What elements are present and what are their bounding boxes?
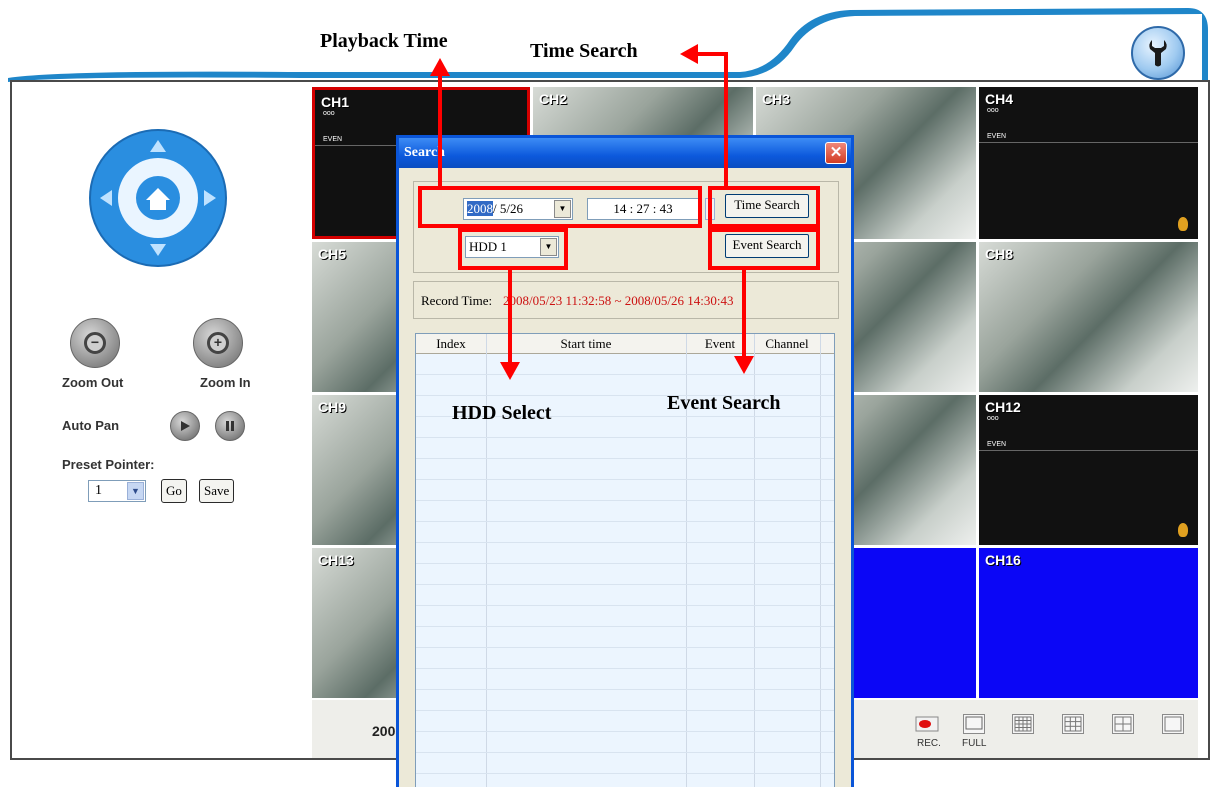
- column-index[interactable]: Index: [416, 336, 486, 352]
- row-line: [416, 584, 834, 585]
- row-line: [416, 689, 834, 690]
- preset-pointer-label: Preset Pointer:: [62, 457, 155, 472]
- channel-tile-ch16[interactable]: CH16: [979, 548, 1198, 698]
- go-button[interactable]: Go: [161, 479, 187, 503]
- row-line: [416, 605, 834, 606]
- chevron-down-icon: ▼: [127, 482, 144, 500]
- record-button[interactable]: [915, 714, 939, 734]
- even-tag: EVEN: [987, 133, 1007, 140]
- row-line: [416, 626, 834, 627]
- column-start-time[interactable]: Start time: [486, 336, 686, 352]
- grid-9-icon: [1064, 716, 1082, 732]
- record-time-value: 2008/05/23 11:32:58 ~ 2008/05/26 14:30:4…: [503, 293, 734, 308]
- row-line: [416, 668, 834, 669]
- layout-16-button[interactable]: [1012, 714, 1034, 734]
- channel-label: CH12: [985, 399, 1021, 415]
- time-search-callout: Time Search: [530, 40, 638, 62]
- pause-icon: [226, 421, 234, 431]
- logo-mark-icon: [1178, 217, 1188, 231]
- layout-4-button[interactable]: [1112, 714, 1134, 734]
- row-line: [416, 500, 834, 501]
- hdd-select-callout: HDD Select: [452, 402, 552, 424]
- single-view-icon: [1164, 716, 1182, 732]
- auto-pan-pause-button[interactable]: [215, 411, 245, 441]
- channel-label: CH8: [985, 246, 1014, 262]
- close-button[interactable]: ✕: [825, 142, 847, 164]
- zoom-out-icon: −: [84, 332, 106, 354]
- full-label: FULL: [962, 738, 987, 749]
- even-tag: EVEN: [987, 441, 1007, 448]
- column-event[interactable]: Event: [686, 336, 754, 352]
- fullscreen-icon: [965, 716, 983, 730]
- channel-tile-ch12[interactable]: CH12 ooo EVEN: [979, 395, 1198, 545]
- row-line: [416, 731, 834, 732]
- record-label: REC.: [917, 738, 941, 749]
- row-line: [416, 563, 834, 564]
- full-screen-button[interactable]: [963, 714, 985, 734]
- playback-time-callout: Playback Time: [320, 30, 448, 52]
- list-header: Index Start time Event Channel: [416, 334, 834, 354]
- grid-4-icon: [1114, 716, 1132, 732]
- auto-pan-play-button[interactable]: [170, 411, 200, 441]
- wrench-icon: [1149, 40, 1167, 67]
- home-icon[interactable]: [136, 176, 180, 220]
- row-line: [416, 437, 834, 438]
- grid-16-icon: [1014, 716, 1032, 732]
- layout-1-button[interactable]: [1162, 714, 1184, 734]
- row-line: [416, 647, 834, 648]
- zoom-in-icon: +: [207, 332, 229, 354]
- row-line: [416, 479, 834, 480]
- time-search-highlight: [708, 186, 820, 228]
- auto-pan-label: Auto Pan: [62, 418, 120, 433]
- play-icon: [181, 421, 190, 431]
- channel-sub: ooo: [323, 110, 335, 117]
- event-search-callout: Event Search: [667, 392, 781, 414]
- channel-label: CH2: [539, 91, 568, 107]
- column-channel[interactable]: Channel: [754, 336, 820, 352]
- zoom-in-button[interactable]: +: [193, 318, 243, 368]
- row-line: [416, 752, 834, 753]
- save-button[interactable]: Save: [199, 479, 235, 503]
- zoom-out-label: Zoom Out: [62, 375, 124, 390]
- channel-sub: ooo: [987, 107, 999, 114]
- ptz-control: [89, 129, 227, 267]
- channel-label: CH5: [318, 246, 347, 262]
- preset-value: 1: [95, 483, 102, 498]
- channel-label: CH1: [321, 94, 350, 110]
- channel-label: CH16: [985, 552, 1021, 568]
- zoom-in-label: Zoom In: [200, 375, 251, 390]
- channel-tile-ch8[interactable]: CH8: [979, 242, 1198, 392]
- record-icon: [915, 716, 939, 732]
- channel-label: CH4: [985, 91, 1014, 107]
- hdd-select-highlight: [458, 228, 568, 270]
- row-line: [416, 710, 834, 711]
- close-icon: ✕: [829, 144, 843, 161]
- divider: [979, 142, 1198, 143]
- even-tag: EVEN: [323, 136, 343, 143]
- row-line: [416, 458, 834, 459]
- zoom-out-button[interactable]: −: [70, 318, 120, 368]
- divider: [979, 450, 1198, 451]
- channel-label: CH13: [318, 552, 354, 568]
- column-divider: [820, 334, 821, 787]
- event-search-highlight: [708, 228, 820, 270]
- channel-label: CH9: [318, 399, 347, 415]
- channel-sub: ooo: [987, 415, 999, 422]
- layout-9-button[interactable]: [1062, 714, 1084, 734]
- dialog-title: Search: [399, 138, 851, 168]
- row-line: [416, 521, 834, 522]
- settings-button[interactable]: [1131, 26, 1185, 80]
- row-line: [416, 374, 834, 375]
- playback-time-highlight: [418, 186, 702, 228]
- preset-select[interactable]: 1 ▼: [88, 480, 146, 502]
- channel-label: CH3: [762, 91, 791, 107]
- channel-tile-ch4[interactable]: CH4 ooo EVEN: [979, 87, 1198, 239]
- logo-mark-icon: [1178, 523, 1188, 537]
- row-line: [416, 542, 834, 543]
- record-time-label: Record Time:: [421, 293, 493, 308]
- toolbar-date: 200: [372, 723, 396, 739]
- row-line: [416, 773, 834, 774]
